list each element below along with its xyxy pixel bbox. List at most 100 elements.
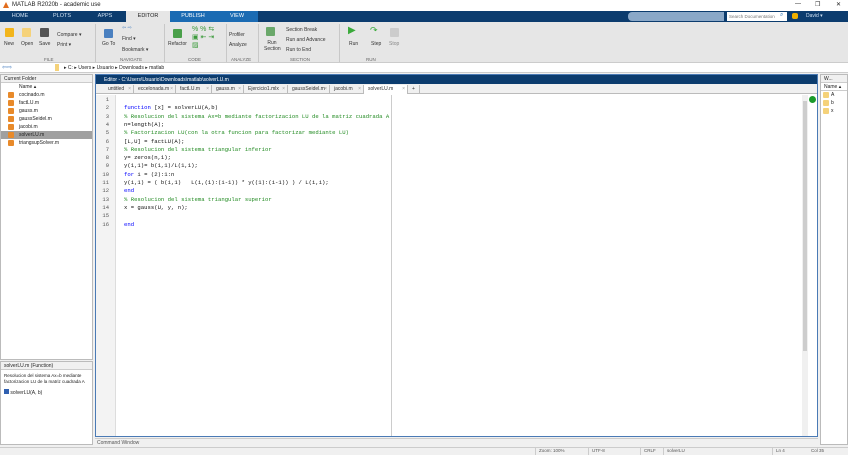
file-item[interactable]: jacobi.m (1, 123, 92, 131)
compare-button[interactable]: Compare ▾ (57, 32, 81, 38)
goto-button[interactable]: Go To (102, 41, 115, 47)
line-number: 3 (105, 112, 109, 120)
address-bar[interactable]: ⇦⇨ ▸ C: ▸ Users ▸ Usuario ▸ Downloads ▸ … (0, 63, 848, 73)
vertical-scrollbar[interactable] (802, 95, 808, 436)
path-segment[interactable]: Usuario (97, 65, 114, 71)
close-button[interactable]: ✕ (836, 1, 841, 8)
editor-tab[interactable]: eccelonada.m × (134, 85, 176, 94)
run-section-button[interactable]: Run Section (264, 40, 281, 52)
code-line[interactable]: y(i,1) = ( b(i,1) L(i,(1):(i-1)) * y((1)… (124, 179, 329, 186)
path-segment[interactable]: matlab (149, 65, 164, 71)
path-segment[interactable]: Downloads (119, 65, 144, 71)
m-file-icon (8, 92, 14, 98)
search-input[interactable]: Search Documentation (727, 12, 787, 21)
workspace-variable[interactable]: b (821, 99, 847, 107)
workspace-header[interactable]: Name ▴ (821, 83, 847, 91)
tab-editor[interactable]: EDITOR (126, 11, 170, 22)
close-tab-icon[interactable]: × (282, 86, 285, 92)
code-line[interactable]: y= zeros(n,1); (124, 154, 171, 161)
editor-tab[interactable]: gauss.m × (212, 85, 244, 94)
save-button[interactable]: Save (39, 41, 50, 47)
column-header-name[interactable]: Name ▴ (1, 83, 92, 91)
nav-back-forward-icon[interactable]: ⇦⇨ (2, 64, 12, 71)
editor-tab[interactable]: untitled × (104, 85, 134, 94)
path-segment[interactable]: C: (68, 65, 73, 71)
new-icon (5, 28, 14, 37)
section-break-button[interactable]: Section Break (286, 27, 317, 33)
tab-apps[interactable]: APPS (85, 11, 125, 22)
back-forward-icon[interactable]: ⇦ ⇨ (122, 25, 132, 31)
run-to-end-button[interactable]: Run to End (286, 47, 311, 53)
code-line[interactable]: y(1,1)= b(1,1)/L(1,1); (124, 162, 198, 169)
code-line[interactable]: [L,U] = factLU(A); (124, 138, 184, 145)
code-line[interactable]: n=length(A); (124, 121, 164, 128)
close-tab-icon[interactable]: × (402, 86, 405, 92)
file-name: gaussSeidel.m (19, 116, 52, 122)
minimize-button[interactable]: — (795, 1, 801, 7)
tab-publish[interactable]: PUBLISH (170, 11, 216, 22)
editor-tab[interactable]: factLU.m × (176, 85, 212, 94)
code-line[interactable]: end (124, 187, 134, 194)
code-line[interactable]: % Factorizacion LU(con la otra funcion p… (124, 129, 349, 136)
line-number: 5 (105, 129, 109, 137)
print-button[interactable]: Print ▾ (57, 42, 71, 48)
code-line[interactable]: % Resolucion del sistema Ax=b mediante f… (124, 113, 389, 120)
run-advance-button[interactable]: Run and Advance (286, 37, 325, 43)
analyze-button[interactable]: Analyze (229, 42, 247, 48)
file-item[interactable]: cocinado.m (1, 91, 92, 99)
path-segment[interactable]: Users (78, 65, 91, 71)
open-button[interactable]: Open (21, 41, 33, 47)
code-line[interactable]: % Resolucion del sistema triangular infe… (124, 146, 272, 153)
code-line[interactable]: % Resolucion del sistema triangular supe… (124, 196, 272, 203)
close-tab-icon[interactable]: × (324, 86, 327, 92)
editor-tab[interactable]: Ejercicio1.mlx × (244, 85, 288, 94)
stop-icon (390, 28, 399, 37)
find-button[interactable]: Find ▾ (122, 36, 136, 42)
close-tab-icon[interactable]: × (206, 86, 209, 92)
tab-label: factLU.m (180, 86, 201, 92)
variable-name: x (831, 108, 834, 114)
code-line[interactable]: function [x] = solverLU(A,b) (124, 104, 218, 111)
tab-label: eccelonada.m (138, 86, 170, 92)
notification-bell-icon[interactable] (792, 13, 798, 19)
profiler-button[interactable]: Profiler (229, 32, 245, 38)
tab-label: Ejercicio1.mlx (248, 86, 279, 92)
close-tab-icon[interactable]: × (170, 86, 173, 92)
tab-home[interactable]: HOME (0, 11, 40, 22)
bookmark-button[interactable]: Bookmark ▾ (122, 47, 148, 53)
code-analyzer-ok-icon[interactable] (809, 96, 816, 103)
workspace-variable[interactable]: x (821, 107, 847, 115)
file-item[interactable]: gauss.m (1, 107, 92, 115)
editor-tab[interactable]: gaussSeidel.m × (288, 85, 330, 94)
file-item[interactable]: factLU.m (1, 99, 92, 107)
code-line[interactable]: for i = (2):1:n (124, 171, 174, 178)
close-tab-icon[interactable]: × (238, 86, 241, 92)
maximize-button[interactable]: ❐ (815, 1, 820, 8)
editor-tab[interactable]: solverLU.m × (364, 85, 408, 94)
file-item[interactable]: solverLU.m (1, 131, 92, 139)
stop-button[interactable]: Stop (389, 41, 399, 47)
quick-access-toolbar[interactable] (628, 12, 724, 21)
file-item[interactable]: triangsupSolver.m (1, 139, 92, 147)
code-tools-icons[interactable]: % % ⇆ ▣ ⇤ ⇥ ▨ (192, 25, 214, 49)
code-line[interactable]: end (124, 221, 134, 228)
user-menu[interactable]: David ▾ (806, 13, 823, 19)
close-tab-icon[interactable]: × (358, 86, 361, 92)
code-line[interactable]: x = gauss(U, y, n); (124, 204, 188, 211)
tab-label: gauss.m (216, 86, 235, 92)
file-item[interactable]: gaussSeidel.m (1, 115, 92, 123)
editor-tab[interactable]: jacobi.m × (330, 85, 364, 94)
step-button[interactable]: Step (371, 41, 381, 47)
run-button[interactable]: Run (349, 41, 358, 47)
new-tab-button[interactable]: + (408, 85, 420, 94)
refactor-button[interactable]: Refactor (168, 41, 187, 47)
search-icon[interactable]: ⌕ (780, 12, 783, 19)
tab-view[interactable]: VIEW (216, 11, 258, 22)
tab-plots[interactable]: PLOTS (42, 11, 82, 22)
workspace-variable[interactable]: A (821, 91, 847, 99)
file-name: jacobi.m (19, 124, 38, 130)
new-button[interactable]: New (4, 41, 14, 47)
close-tab-icon[interactable]: × (128, 86, 131, 92)
file-name: factLU.m (19, 100, 40, 106)
command-window-title[interactable]: Command Window (95, 438, 818, 447)
